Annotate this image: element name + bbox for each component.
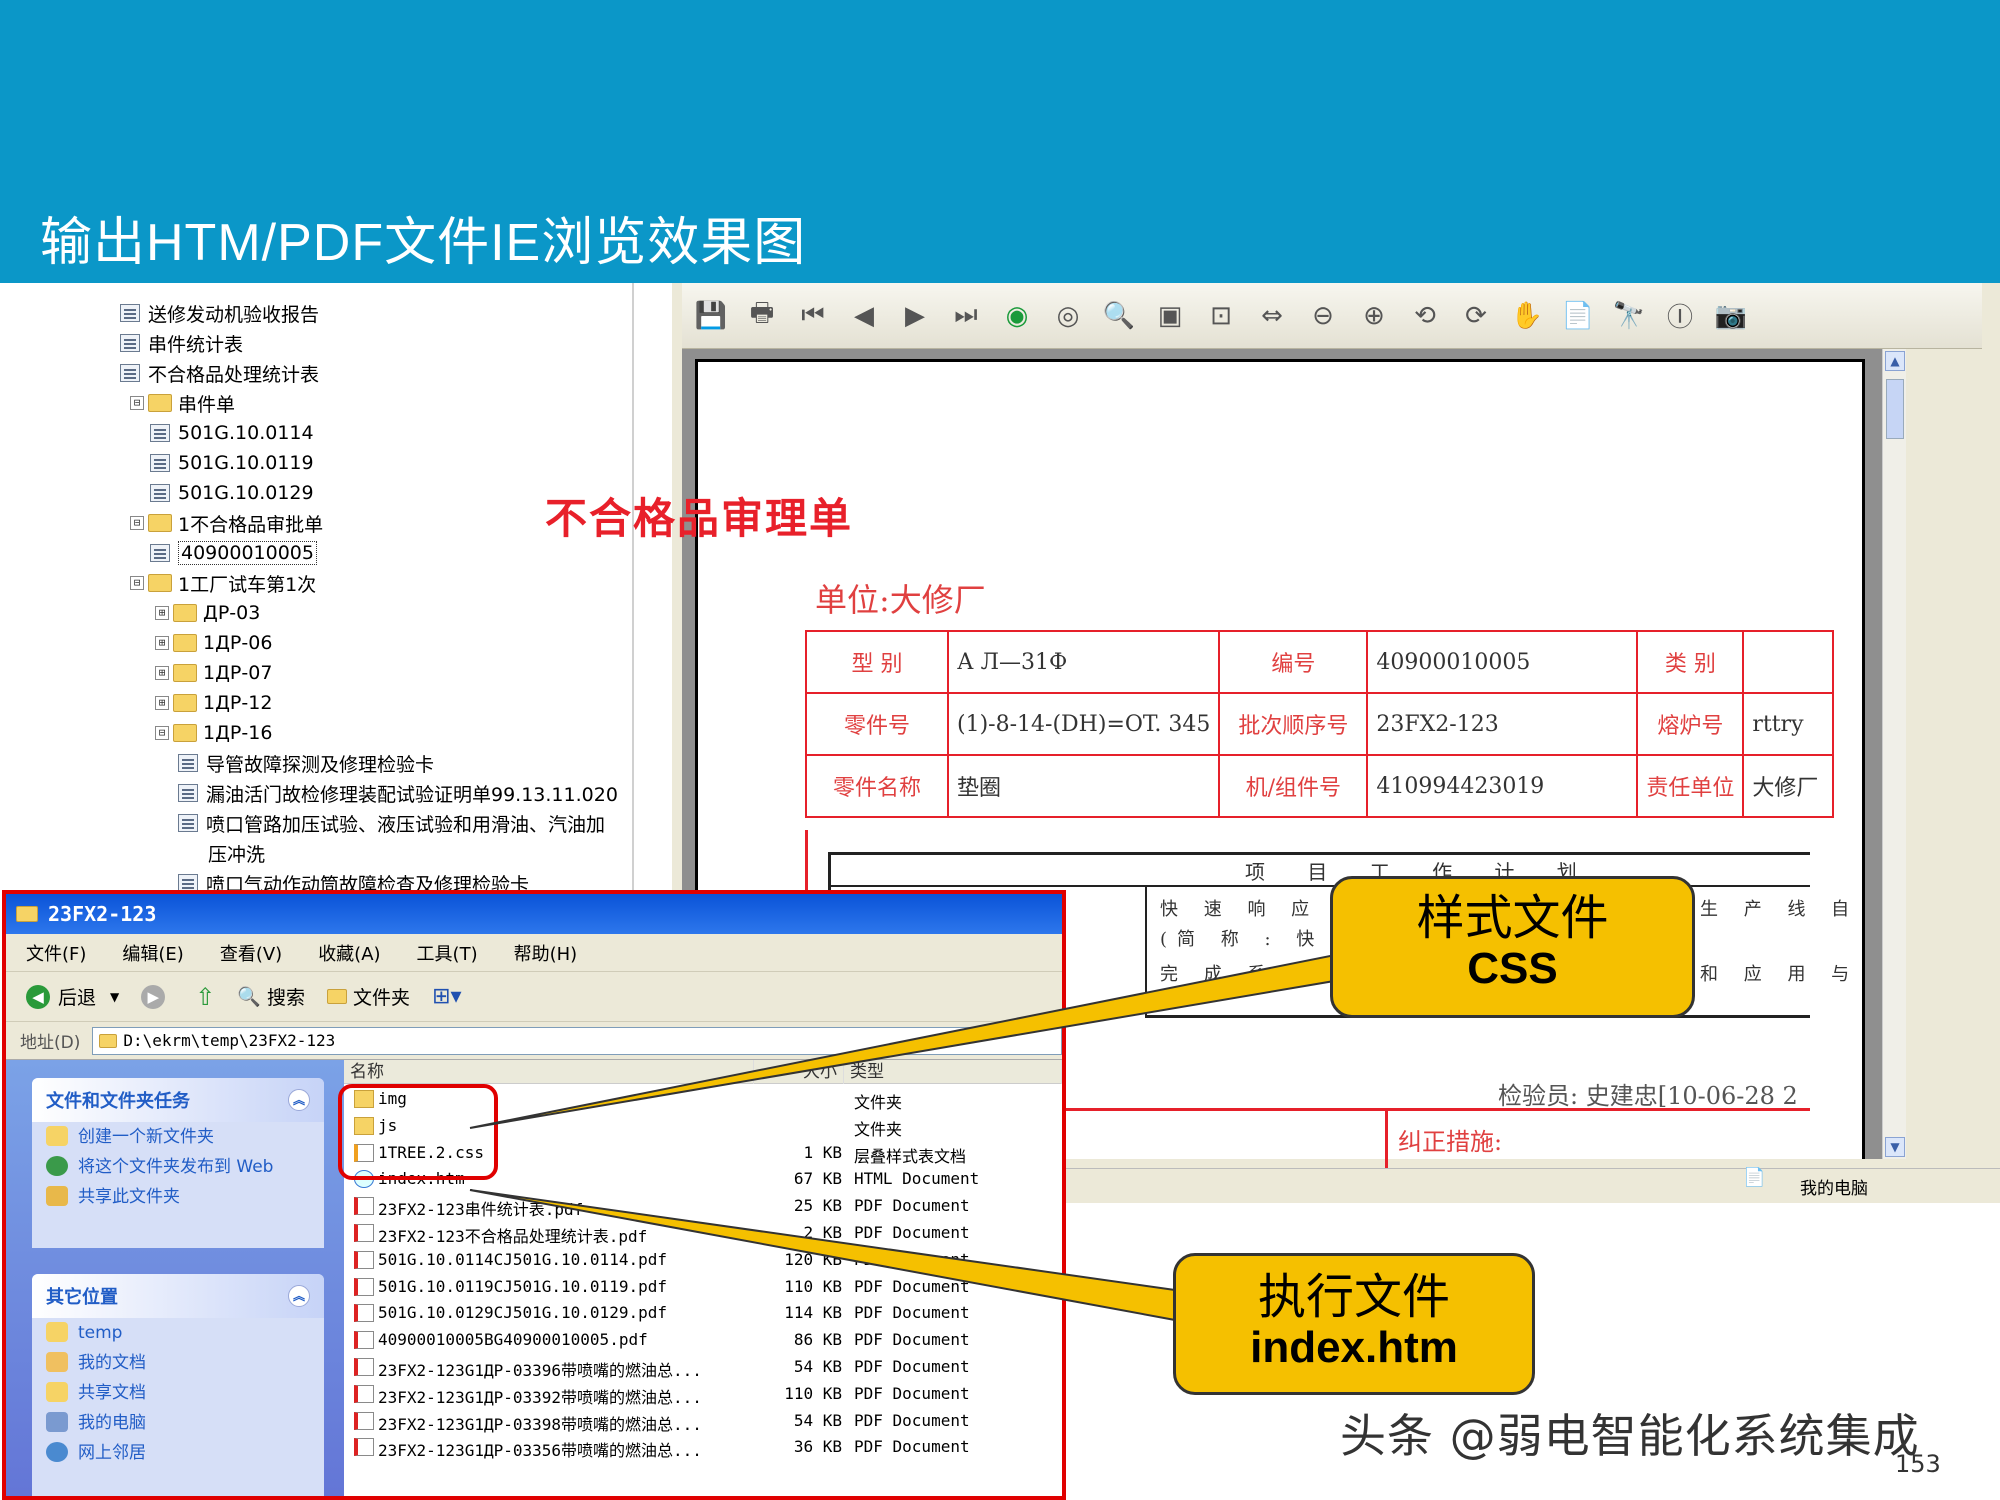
css-callout-line1: 样式文件	[1416, 890, 1609, 946]
index-callout-line1: 执行文件	[1257, 1269, 1450, 1325]
css-callout-line2: CSS	[1467, 944, 1558, 993]
index-callout: 执行文件 index.htm	[1173, 1253, 1535, 1395]
index-pointer	[469, 1189, 1176, 1322]
index-callout-line2: index.htm	[1250, 1323, 1458, 1372]
callout-pointers	[469, 953, 1342, 1322]
css-callout: 样式文件 CSS	[1330, 876, 1695, 1018]
watermark: 头条 @弱电智能化系统集成	[1340, 1409, 1920, 1463]
css-pointer	[469, 953, 1342, 1129]
page-number: 153	[1895, 1450, 1941, 1478]
